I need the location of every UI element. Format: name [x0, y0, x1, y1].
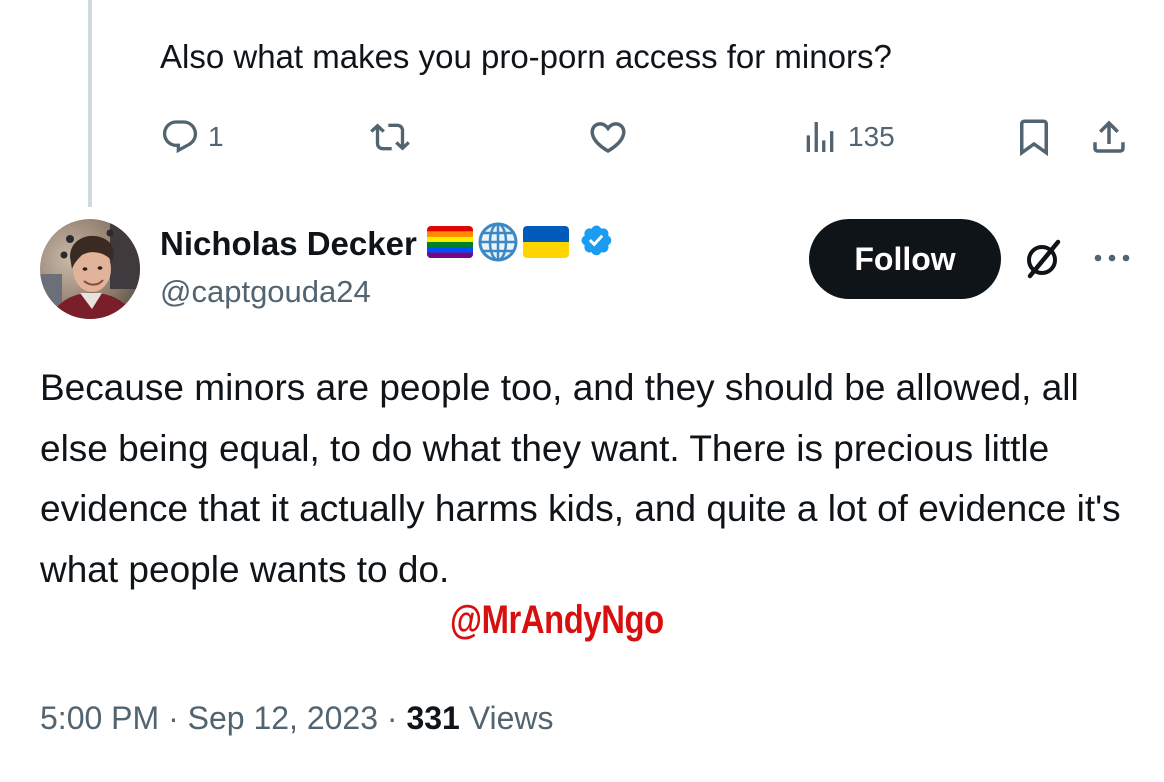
thread-connector-line: [88, 0, 92, 207]
reply-icon: [160, 117, 200, 157]
bookmark-icon: [1013, 116, 1055, 158]
parent-tweet-text: Also what makes you pro-porn access for …: [160, 38, 892, 75]
separator-dot: ·: [168, 700, 179, 736]
views-analytics-button[interactable]: 135: [800, 112, 895, 162]
tweet-time[interactable]: 5:00 PM: [40, 700, 159, 736]
tweet-metadata: 5:00 PM · Sep 12, 2023 · 331 Views: [40, 700, 554, 737]
ukraine-flag-emoji: [522, 225, 569, 263]
retweet-button[interactable]: [370, 112, 410, 162]
more-options-icon[interactable]: [1092, 248, 1132, 273]
parent-tweet-action-bar: 1 135: [160, 112, 1140, 162]
views-count: 331: [406, 700, 460, 736]
reply-tweet-text: Because minors are people too, and they …: [40, 367, 1121, 590]
verified-badge-icon[interactable]: [579, 223, 617, 266]
grok-icon[interactable]: [1022, 238, 1064, 285]
share-button[interactable]: [1088, 112, 1130, 162]
avatar[interactable]: [40, 219, 140, 319]
author-badges: [426, 221, 617, 268]
author-name-row: Nicholas Decker: [160, 222, 617, 266]
author-handle[interactable]: @captgouda24: [160, 274, 371, 310]
reply-button[interactable]: 1: [160, 112, 224, 162]
avatar-photo: [40, 219, 140, 319]
bookmark-button[interactable]: [1013, 112, 1055, 162]
views-label: Views: [468, 700, 554, 736]
like-button[interactable]: [587, 112, 629, 162]
author-display-name[interactable]: Nicholas Decker: [160, 225, 417, 263]
rainbow-flag-emoji: [426, 225, 473, 263]
retweet-icon: [370, 117, 410, 157]
view-count: 135: [848, 121, 895, 152]
analytics-bar-chart-icon: [800, 117, 840, 157]
separator-dot: ·: [386, 700, 398, 736]
share-upload-icon: [1088, 116, 1130, 158]
reply-count: 1: [208, 121, 224, 152]
tweet-date[interactable]: Sep 12, 2023: [188, 700, 378, 736]
watermark-text: @MrAndyNgo: [450, 598, 664, 642]
heart-icon: [587, 116, 629, 158]
globe-emoji: [477, 221, 519, 268]
follow-button[interactable]: Follow: [809, 219, 1001, 299]
